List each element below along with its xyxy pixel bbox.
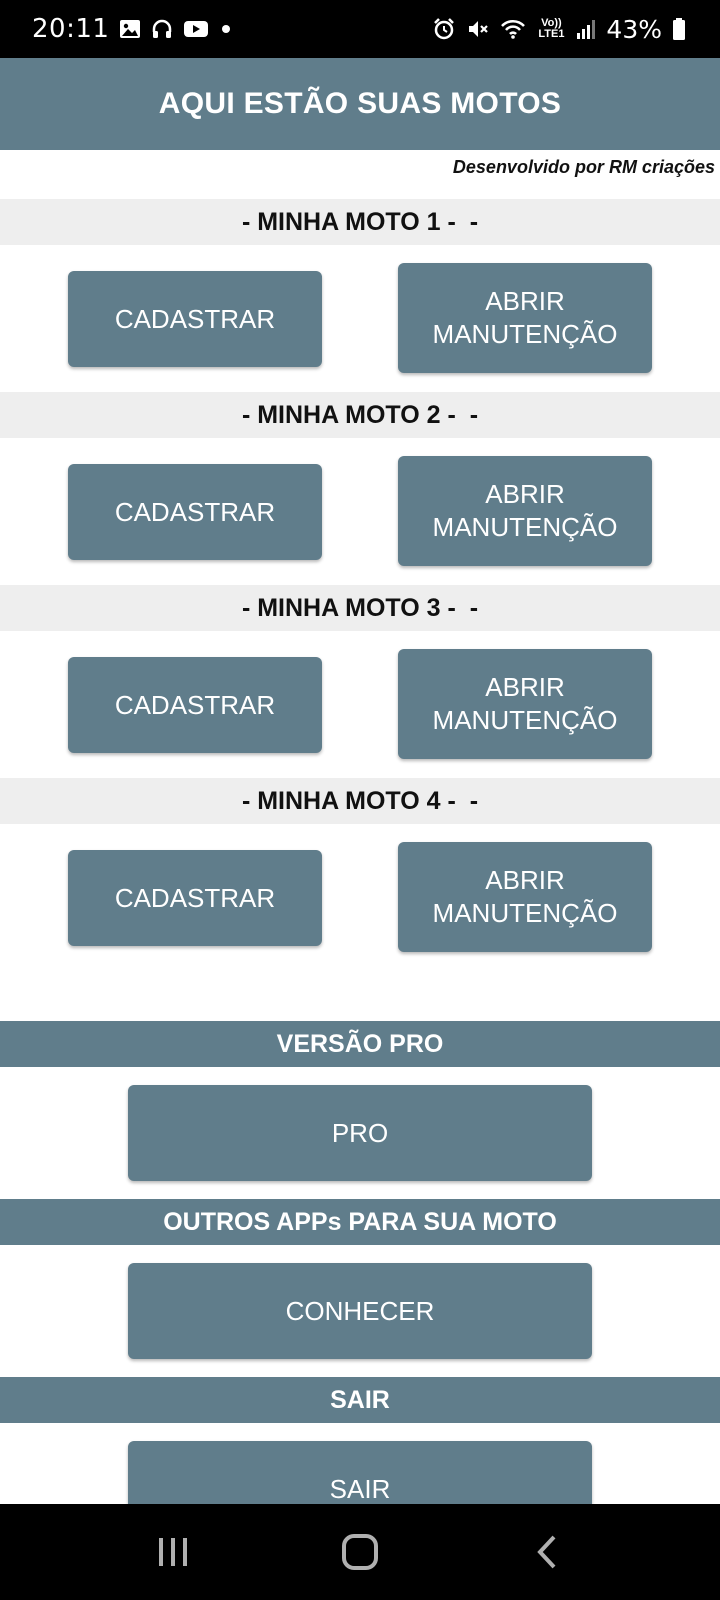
moto-2-open-maintenance-button[interactable]: ABRIR MANUTENÇÃO <box>398 456 652 566</box>
home-icon <box>341 1534 378 1570</box>
discover-button[interactable]: CONHECER <box>128 1263 592 1359</box>
moto-4-open-maintenance-button[interactable]: ABRIR MANUTENÇÃO <box>398 842 652 952</box>
home-button[interactable] <box>320 1522 400 1582</box>
mute-icon <box>466 17 490 41</box>
moto-1-open-maintenance-button[interactable]: ABRIR MANUTENÇÃO <box>398 263 652 373</box>
moto-3-header: - MINHA MOTO 3 - - <box>0 585 720 631</box>
battery-icon <box>672 17 686 41</box>
status-time: 20:11 <box>32 14 110 44</box>
back-icon <box>536 1535 556 1569</box>
other-apps-section-header: OUTROS APPs PARA SUA MOTO <box>0 1199 720 1245</box>
recent-apps-button[interactable] <box>133 1522 213 1582</box>
developer-credit: Desenvolvido por RM criações <box>452 157 715 177</box>
status-bar: 20:11 Vo)) LTE1 43% <box>0 0 720 58</box>
exit-section-header: SAIR <box>0 1377 720 1423</box>
moto-3-register-button[interactable]: CADASTRAR <box>68 657 322 753</box>
image-icon <box>119 19 141 39</box>
alarm-icon <box>432 17 456 41</box>
wifi-icon <box>500 18 526 40</box>
page-title: AQUI ESTÃO SUAS MOTOS <box>158 87 562 120</box>
volte-label: Vo)) LTE1 <box>538 17 565 40</box>
system-nav-bar <box>0 1504 720 1600</box>
moto-4-header: - MINHA MOTO 4 - - <box>0 778 720 824</box>
status-bar-right: Vo)) LTE1 43% <box>432 15 686 44</box>
back-button[interactable] <box>507 1522 587 1582</box>
moto-4-register-button[interactable]: CADASTRAR <box>68 850 322 946</box>
pro-section-header: VERSÃO PRO <box>0 1021 720 1067</box>
moto-1-register-button[interactable]: CADASTRAR <box>68 271 322 367</box>
recent-apps-icon <box>159 1538 188 1566</box>
moto-2-register-button[interactable]: CADASTRAR <box>68 464 322 560</box>
dot-icon <box>219 22 233 36</box>
moto-1-header: - MINHA MOTO 1 - - <box>0 199 720 245</box>
youtube-icon <box>183 19 209 39</box>
moto-2-header: - MINHA MOTO 2 - - <box>0 392 720 438</box>
headphones-icon <box>151 18 173 40</box>
signal-icon <box>576 18 596 40</box>
app-bar: AQUI ESTÃO SUAS MOTOS <box>0 58 720 150</box>
battery-percent: 43% <box>606 14 662 44</box>
status-bar-left: 20:11 <box>32 14 233 44</box>
pro-button[interactable]: PRO <box>128 1085 592 1181</box>
moto-3-open-maintenance-button[interactable]: ABRIR MANUTENÇÃO <box>398 649 652 759</box>
